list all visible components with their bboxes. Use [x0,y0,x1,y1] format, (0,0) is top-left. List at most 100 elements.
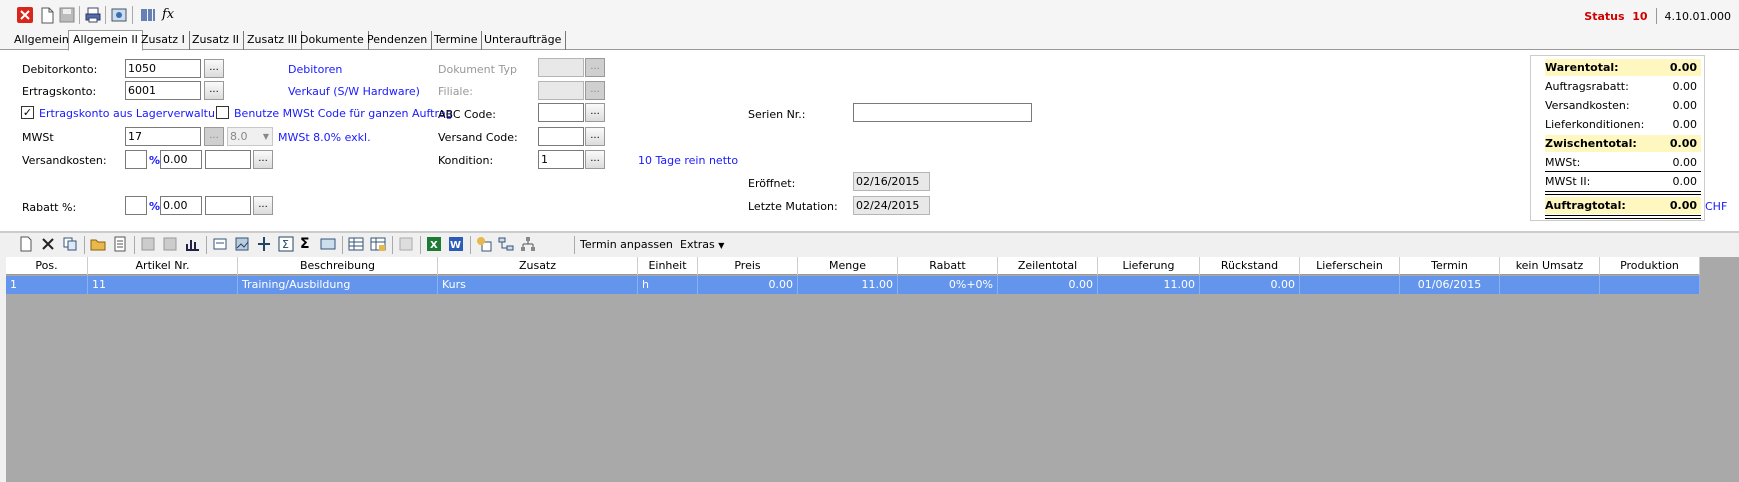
rabatt-input[interactable]: 0.00 [160,196,202,215]
col-lieferung[interactable]: Lieferung [1098,257,1200,275]
cell-einheit[interactable]: h [638,276,698,294]
bar-chart-icon[interactable] [184,236,202,254]
tab-unterauftraege[interactable]: Unteraufträge [480,31,567,50]
debitorkonto-lookup-button[interactable]: ... [204,59,224,78]
move-down-icon[interactable] [162,236,180,254]
mwst-rate-select[interactable]: 8.0 ▼ [227,127,273,146]
tab-zusatz-iii[interactable]: Zusatz III [243,31,303,50]
structure-icon[interactable] [498,236,516,254]
ertragskonto-lookup-button[interactable]: ... [204,81,224,100]
barcode-icon[interactable] [139,6,157,24]
subtotal-icon[interactable]: Σ [278,236,296,254]
mwst-input[interactable]: 17 [125,127,201,146]
versandkosten-input[interactable]: 0.00 [160,150,202,169]
word-icon[interactable]: W [448,236,466,254]
ertragskonto-lager-checkbox[interactable]: ✓ [21,106,34,119]
image-icon[interactable] [110,6,128,24]
abc-code-lookup-button[interactable]: ... [585,103,605,122]
extras-menu[interactable]: Extras ▼ [680,238,724,251]
text-block-icon[interactable] [212,236,230,254]
excel-icon[interactable]: X [426,236,444,254]
auftragtotal-row: Auftragtotal: 0.00 [1545,197,1701,214]
versandkosten-extra-input[interactable] [205,150,251,169]
debitorkonto-input[interactable]: 1050 [125,59,201,78]
tab-allgemein[interactable]: Allgemein [10,31,73,50]
cell-artikel-nr[interactable]: 11 [88,276,238,294]
col-pos[interactable]: Pos. [6,257,88,275]
serien-nr-input[interactable] [853,103,1032,122]
cell-zusatz[interactable]: Kurs [438,276,638,294]
col-produktion[interactable]: Produktion [1600,257,1700,275]
table-row[interactable]: 1 11 Training/Ausbildung Kurs h 0.00 11.… [6,276,1700,294]
tab-zusatz-i[interactable]: Zusatz I [137,31,190,50]
cell-zeilentotal[interactable]: 0.00 [998,276,1098,294]
letzte-mutation-label: Letzte Mutation: [748,200,838,213]
table-edit-icon[interactable] [370,236,388,254]
open-folder-icon[interactable] [90,236,108,254]
col-termin[interactable]: Termin [1400,257,1500,275]
versandkosten-lookup-button[interactable]: ... [253,150,273,169]
kondition-lookup-button[interactable]: ... [585,150,605,169]
versand-code-input[interactable] [538,127,584,146]
rabatt-code-input[interactable] [125,196,147,215]
abc-code-input[interactable] [538,103,584,122]
cell-termin[interactable]: 01/06/2015 [1400,276,1500,294]
cell-preis[interactable]: 0.00 [698,276,798,294]
cell-produktion[interactable] [1600,276,1700,294]
versandkosten-code-input[interactable] [125,150,147,169]
tab-termine[interactable]: Termine [430,31,483,50]
document-list-icon[interactable] [112,236,130,254]
ertragskonto-description: Verkauf (S/W Hardware) [288,85,420,98]
cell-rueckstand[interactable]: 0.00 [1200,276,1300,294]
copy-icon[interactable] [62,236,80,254]
mwst-code-checkbox[interactable] [216,106,229,119]
col-kein-umsatz[interactable]: kein Umsatz [1500,257,1600,275]
table-icon[interactable] [348,236,366,254]
col-rueckstand[interactable]: Rückstand [1200,257,1300,275]
col-menge[interactable]: Menge [798,257,898,275]
col-beschreibung[interactable]: Beschreibung [238,257,438,275]
sum-icon[interactable]: Σ [300,236,318,254]
print-icon[interactable] [84,6,102,24]
tab-allgemein-ii[interactable]: Allgemein II [68,30,143,51]
split-icon[interactable] [256,236,274,254]
cell-rabatt[interactable]: 0%+0% [898,276,998,294]
new-row-icon[interactable] [18,236,36,254]
close-icon[interactable] [16,6,34,24]
col-einheit[interactable]: Einheit [638,257,698,275]
termin-anpassen-button[interactable]: Termin anpassen [580,238,673,251]
rabatt-lookup-button[interactable]: ... [253,196,273,215]
kondition-input[interactable]: 1 [538,150,584,169]
col-lieferschein[interactable]: Lieferschein [1300,257,1400,275]
cell-pos[interactable]: 1 [6,276,88,294]
cell-menge[interactable]: 11.00 [798,276,898,294]
cell-lieferschein[interactable] [1300,276,1400,294]
tab-zusatz-ii[interactable]: Zusatz II [188,31,245,50]
save-icon[interactable] [58,6,76,24]
col-preis[interactable]: Preis [698,257,798,275]
add-item-icon[interactable] [476,236,494,254]
col-zeilentotal[interactable]: Zeilentotal [998,257,1098,275]
col-rabatt[interactable]: Rabatt [898,257,998,275]
cell-lieferung[interactable]: 11.00 [1098,276,1200,294]
percent-icon: % [149,154,161,167]
formula-icon[interactable]: fx [162,6,180,24]
tab-pendenzen[interactable]: Pendenzen [363,31,433,50]
delete-icon[interactable] [40,236,58,254]
hierarchy-icon[interactable] [520,236,538,254]
mwst-total-row: MWSt: 0.00 [1545,156,1697,169]
move-up-icon[interactable] [140,236,158,254]
mwst-lookup-button[interactable]: ... [204,127,224,146]
rabatt-extra-input[interactable] [205,196,251,215]
cell-kein-umsatz[interactable] [1500,276,1600,294]
col-zusatz[interactable]: Zusatz [438,257,638,275]
disabled-tool-icon[interactable] [398,236,416,254]
window-icon[interactable] [320,236,338,254]
versand-code-lookup-button[interactable]: ... [585,127,605,146]
col-artikel-nr[interactable]: Artikel Nr. [88,257,238,275]
cell-beschreibung[interactable]: Training/Ausbildung [238,276,438,294]
ertragskonto-input[interactable]: 6001 [125,81,201,100]
new-document-icon[interactable] [38,6,56,24]
tab-dokumente[interactable]: Dokumente [296,31,369,50]
picture-icon[interactable] [234,236,252,254]
